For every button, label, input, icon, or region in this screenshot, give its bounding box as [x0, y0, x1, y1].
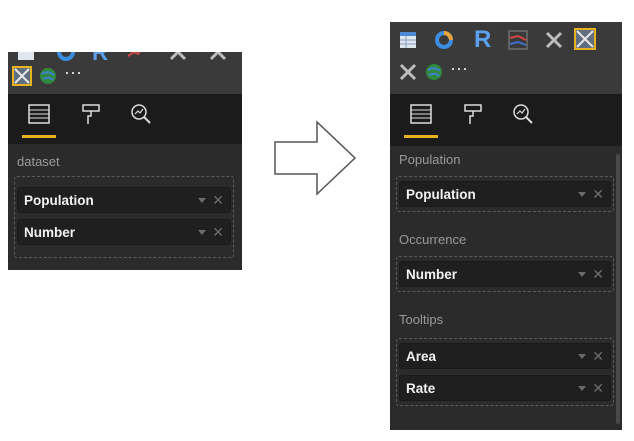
close-icon[interactable]: ✕ — [592, 380, 604, 396]
table-icon[interactable] — [398, 30, 418, 50]
field-well-occurrence[interactable]: Number ✕ — [396, 256, 614, 292]
donut-chart-icon[interactable] — [434, 30, 454, 50]
field-pill[interactable]: Area ✕ — [399, 343, 611, 369]
table-icon[interactable] — [16, 52, 36, 62]
tab-analytics[interactable] — [506, 102, 540, 138]
field-name: Population — [406, 187, 476, 202]
r-visual-icon[interactable]: R — [92, 52, 112, 65]
close-icon[interactable]: ✕ — [212, 192, 224, 208]
field-pill[interactable]: Number ✕ — [17, 219, 231, 245]
field-well-dataset[interactable]: Population ✕ Number ✕ — [14, 176, 234, 258]
field-pill[interactable]: Population ✕ — [17, 187, 231, 213]
more-icon[interactable]: ··· — [64, 62, 94, 82]
chevron-down-icon[interactable] — [578, 272, 586, 277]
close-icon[interactable]: ✕ — [212, 224, 224, 240]
paint-roller-icon — [82, 104, 100, 124]
chevron-down-icon[interactable] — [578, 386, 586, 391]
field-name: Rate — [406, 381, 436, 396]
chevron-down-icon[interactable] — [578, 354, 586, 359]
r-visual-icon[interactable]: R — [474, 26, 494, 53]
visualizations-pane-before: R ··· dataset Population ✕ Number ✕ — [8, 52, 242, 270]
field-name: Area — [406, 349, 437, 364]
visualizations-pane-after: R ··· Population Population ✕ Occurrence… — [390, 22, 622, 430]
active-tab-indicator — [22, 135, 56, 138]
fields-icon — [28, 104, 50, 124]
transition-arrow-icon — [274, 120, 357, 196]
globe-icon[interactable] — [38, 66, 58, 86]
chevron-down-icon[interactable] — [578, 192, 586, 197]
tab-format[interactable] — [74, 102, 108, 138]
section-label-tooltips: Tooltips — [399, 312, 444, 327]
chevron-down-icon[interactable] — [198, 198, 206, 203]
globe-icon[interactable] — [424, 62, 444, 82]
analytics-magnifier-icon — [513, 104, 533, 124]
active-tab-indicator — [404, 135, 438, 138]
chevron-down-icon[interactable] — [198, 230, 206, 235]
tab-analytics[interactable] — [124, 102, 158, 138]
scrollbar[interactable] — [616, 154, 620, 424]
close-icon[interactable]: ✕ — [592, 186, 604, 202]
custom-visual-icon[interactable] — [574, 28, 596, 50]
tab-fields[interactable] — [22, 102, 56, 138]
line-chart-icon[interactable] — [508, 30, 528, 50]
custom-visual-icon[interactable] — [12, 66, 32, 86]
pane-tabs — [390, 94, 622, 146]
pane-tabs — [8, 94, 242, 144]
visual-gallery: R ··· — [390, 22, 622, 94]
tab-fields[interactable] — [404, 102, 438, 138]
tools-icon[interactable] — [398, 62, 418, 82]
visual-gallery: R ··· — [8, 52, 242, 94]
paint-roller-icon — [464, 104, 482, 124]
close-icon[interactable]: ✕ — [592, 348, 604, 364]
field-pill[interactable]: Rate ✕ — [399, 375, 611, 401]
field-name: Number — [24, 225, 76, 240]
tools-icon[interactable] — [208, 52, 228, 62]
line-chart-icon[interactable] — [126, 52, 146, 62]
more-icon[interactable]: ··· — [450, 58, 480, 78]
section-label-population: Population — [399, 152, 461, 167]
field-name: Population — [24, 193, 94, 208]
field-pill[interactable]: Population ✕ — [399, 181, 611, 207]
tools-icon[interactable] — [544, 30, 564, 50]
fields-icon — [410, 104, 432, 124]
donut-chart-icon[interactable] — [56, 52, 76, 62]
section-label-dataset: dataset — [17, 154, 60, 169]
field-well-population[interactable]: Population ✕ — [396, 176, 614, 212]
field-well-tooltips[interactable]: Area ✕ Rate ✕ — [396, 338, 614, 406]
field-pill[interactable]: Number ✕ — [399, 261, 611, 287]
analytics-magnifier-icon — [131, 104, 151, 124]
section-label-occurrence: Occurrence — [399, 232, 467, 247]
field-name: Number — [406, 267, 458, 282]
tab-format[interactable] — [456, 102, 490, 138]
tools-icon[interactable] — [168, 52, 188, 62]
close-icon[interactable]: ✕ — [592, 266, 604, 282]
